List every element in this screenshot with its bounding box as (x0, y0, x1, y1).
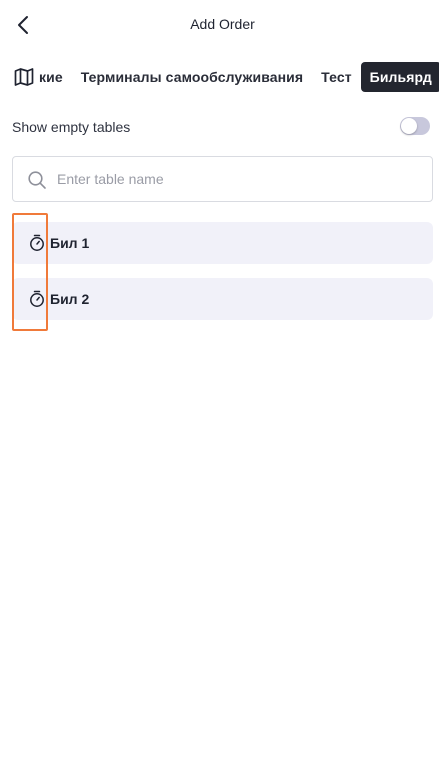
tabs-track: кие Терминалы самообслуживания Тест Биль… (36, 62, 439, 92)
tab-test[interactable]: Тест (312, 62, 361, 92)
category-tabs: кие Терминалы самообслуживания Тест Биль… (0, 62, 445, 92)
map-icon (14, 68, 34, 86)
tab-self-service-terminals[interactable]: Терминалы самообслуживания (72, 62, 312, 92)
tab-billiards[interactable]: Бильярд (360, 62, 439, 92)
header: Add Order (0, 0, 445, 50)
search-icon (28, 171, 46, 189)
table-item-bil-1[interactable]: Бил 1 (12, 222, 433, 264)
search-input[interactable] (57, 157, 422, 201)
stopwatch-icon (30, 290, 44, 307)
page-title: Add Order (190, 16, 255, 32)
show-empty-tables-toggle[interactable] (400, 117, 430, 135)
map-view-button[interactable] (12, 66, 36, 88)
stopwatch-icon (30, 234, 44, 251)
show-empty-tables-row: Show empty tables (12, 114, 433, 140)
table-name: Бил 2 (50, 291, 90, 307)
table-name: Бил 1 (50, 235, 90, 251)
show-empty-tables-label: Show empty tables (12, 119, 131, 135)
tabs-scroll-area[interactable]: кие Терминалы самообслуживания Тест Биль… (36, 62, 439, 92)
add-order-screen: Add Order кие Терминалы самообслуживания… (0, 0, 445, 763)
tab-partial[interactable]: кие (36, 62, 72, 92)
table-item-bil-2[interactable]: Бил 2 (12, 278, 433, 320)
toggle-knob (401, 118, 417, 134)
search-field (12, 156, 433, 202)
